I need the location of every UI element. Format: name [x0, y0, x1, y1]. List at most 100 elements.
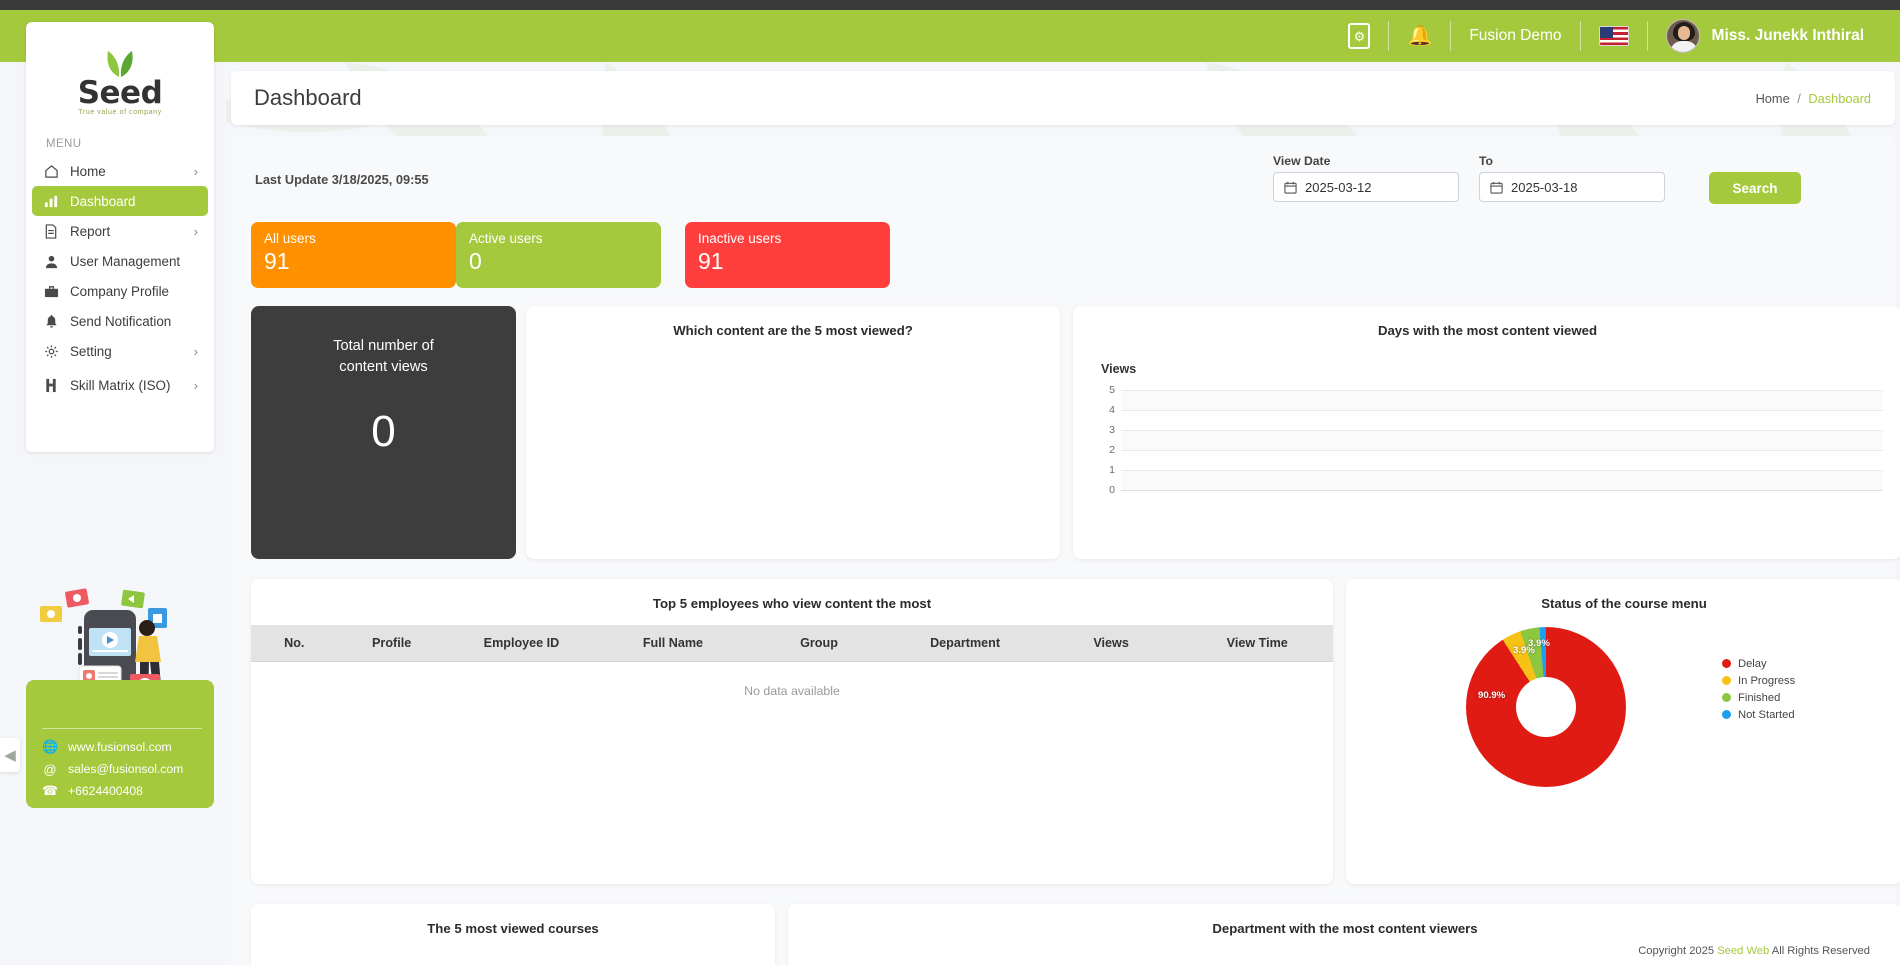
sidebar-item-home[interactable]: Home › [26, 156, 214, 186]
donut-chart[interactable] [1466, 627, 1626, 787]
legend-label: In Progress [1738, 675, 1795, 687]
charts-row-2: Top 5 employees who view content the mos… [251, 579, 1875, 894]
chevron-right-icon: › [194, 344, 198, 359]
footer-copyright: Copyright 2025 [1638, 945, 1714, 957]
sidebar-item-label: Home [70, 164, 106, 179]
search-button[interactable]: Search [1709, 172, 1801, 204]
column-header-view-time: View Time [1181, 625, 1333, 662]
slice-label-finished: 3.9% [1528, 638, 1550, 649]
legend-swatch [1722, 676, 1731, 685]
to-date-label: To [1479, 154, 1665, 168]
sidebar-item-setting[interactable]: Setting › [26, 336, 214, 366]
promo-phone: +6624400408 [68, 784, 143, 798]
sidebar-item-label: Skill Matrix (ISO) [70, 378, 170, 393]
donut-legend: Delay In Progress Finished Not Started [1722, 655, 1795, 723]
card-title: Department with the most content viewers [788, 904, 1900, 936]
column-header-profile: Profile [338, 625, 446, 662]
sidebar-item-label: Setting [70, 344, 112, 359]
sidebar-item-label: Send Notification [70, 314, 171, 329]
y-tick: 4 [1093, 404, 1115, 416]
phone-icon: ☎ [42, 783, 58, 799]
promo-website-row[interactable]: 🌐 www.fusionsol.com [42, 736, 202, 758]
to-date-input[interactable]: 2025-03-18 [1479, 172, 1665, 202]
user-menu[interactable]: Miss. Junekk Inthiral [1648, 21, 1882, 51]
stat-title: Inactive users [698, 231, 877, 246]
column-header-group: Group [749, 625, 890, 662]
promo-website: www.fusionsol.com [68, 740, 172, 754]
to-date-field: To 2025-03-18 [1479, 154, 1665, 202]
bell-icon [44, 314, 70, 329]
workspace-selector[interactable]: Fusion Demo [1451, 21, 1579, 51]
main-content: Dashboard Home / Dashboard Last Update 3… [226, 62, 1900, 965]
sidebar-item-dashboard[interactable]: Dashboard [32, 186, 208, 216]
legend-item-not-started[interactable]: Not Started [1722, 706, 1795, 723]
view-date-label: View Date [1273, 154, 1459, 168]
stat-title: All users [264, 231, 443, 246]
notifications-button[interactable]: 🔔 [1389, 21, 1450, 51]
at-icon: @ [42, 762, 58, 777]
settings-button[interactable]: ⚙ [1330, 21, 1388, 51]
donut-hole [1516, 677, 1576, 737]
legend-item-delay[interactable]: Delay [1722, 655, 1795, 672]
menu-section-label: MENU [26, 116, 214, 156]
stat-value: 91 [698, 248, 877, 275]
y-tick: 2 [1093, 444, 1115, 456]
legend-item-in-progress[interactable]: In Progress [1722, 672, 1795, 689]
stat-card-inactive-users[interactable]: Inactive users 91 [685, 222, 890, 288]
card-title: Days with the most content viewed [1073, 306, 1900, 338]
stat-value: 0 [469, 248, 648, 275]
total-views-value: 0 [251, 407, 516, 457]
column-header-full-name: Full Name [597, 625, 748, 662]
sidebar-item-company-profile[interactable]: Company Profile [26, 276, 214, 306]
stat-value: 91 [264, 248, 443, 275]
logo-wordmark: Seed [26, 79, 214, 108]
y-tick: 5 [1093, 384, 1115, 396]
sidebar-item-label: User Management [70, 254, 180, 269]
view-date-input[interactable]: 2025-03-12 [1273, 172, 1459, 202]
page-header: Dashboard Home / Dashboard [231, 71, 1895, 125]
language-selector[interactable] [1581, 21, 1647, 51]
home-icon [44, 164, 70, 179]
logo-tagline: True value of company [26, 109, 214, 116]
course-status-card: Status of the course menu 90.9% 3.9% 3.9… [1346, 579, 1900, 884]
total-views-title-line1: Total number of [333, 338, 434, 354]
promo-phone-row[interactable]: ☎ +6624400408 [42, 780, 202, 802]
sidebar-item-send-notification[interactable]: Send Notification [26, 306, 214, 336]
legend-label: Delay [1738, 658, 1767, 670]
calendar-icon [1490, 181, 1503, 194]
card-title: Which content are the 5 most viewed? [526, 306, 1060, 338]
legend-item-finished[interactable]: Finished [1722, 689, 1795, 706]
most-viewed-courses-card: The 5 most viewed courses [251, 904, 775, 965]
y-tick: 1 [1093, 464, 1115, 476]
promo-email-row[interactable]: @ sales@fusionsol.com [42, 758, 202, 780]
legend-swatch [1722, 693, 1731, 702]
promo-contact-list: 🌐 www.fusionsol.com @ sales@fusionsol.co… [42, 728, 202, 802]
course-status-donut: 90.9% 3.9% 3.9% [1466, 627, 1626, 787]
filter-bar: Last Update 3/18/2025, 09:55 View Date 2… [251, 154, 1875, 216]
view-date-field: View Date 2025-03-12 [1273, 154, 1459, 202]
workspace-label: Fusion Demo [1469, 27, 1561, 45]
sidebar-item-skill-matrix[interactable]: Skill Matrix (ISO) › [26, 366, 214, 404]
breadcrumb-home[interactable]: Home [1756, 91, 1790, 106]
app-logo[interactable]: Seed True value of company [26, 22, 214, 116]
chevron-right-icon: › [194, 378, 198, 393]
stat-card-all-users[interactable]: All users 91 [251, 222, 456, 288]
legend-label: Not Started [1738, 709, 1795, 721]
sidebar-item-label: Company Profile [70, 284, 169, 299]
legend-label: Finished [1738, 692, 1780, 704]
sidebar-item-label: Dashboard [70, 194, 136, 209]
column-header-no: No. [251, 625, 338, 662]
avatar [1666, 19, 1700, 53]
sidebar-collapse-button[interactable]: ◀ [0, 738, 20, 772]
stat-card-active-users[interactable]: Active users 0 [456, 222, 661, 288]
sidebar-item-user-management[interactable]: User Management [26, 246, 214, 276]
us-flag-icon [1599, 26, 1629, 46]
gear-icon [44, 344, 70, 359]
promo-contact-card: 🌐 www.fusionsol.com @ sales@fusionsol.co… [26, 588, 214, 808]
sidebar: Seed True value of company MENU Home › D… [26, 22, 214, 452]
sidebar-item-report[interactable]: Report › [26, 216, 214, 246]
top5-content-card: Which content are the 5 most viewed? [526, 306, 1060, 559]
footer-brand-link[interactable]: Seed Web [1717, 945, 1769, 957]
last-update-label: Last Update 3/18/2025, 09:55 [255, 172, 429, 187]
chevron-right-icon: › [194, 224, 198, 239]
